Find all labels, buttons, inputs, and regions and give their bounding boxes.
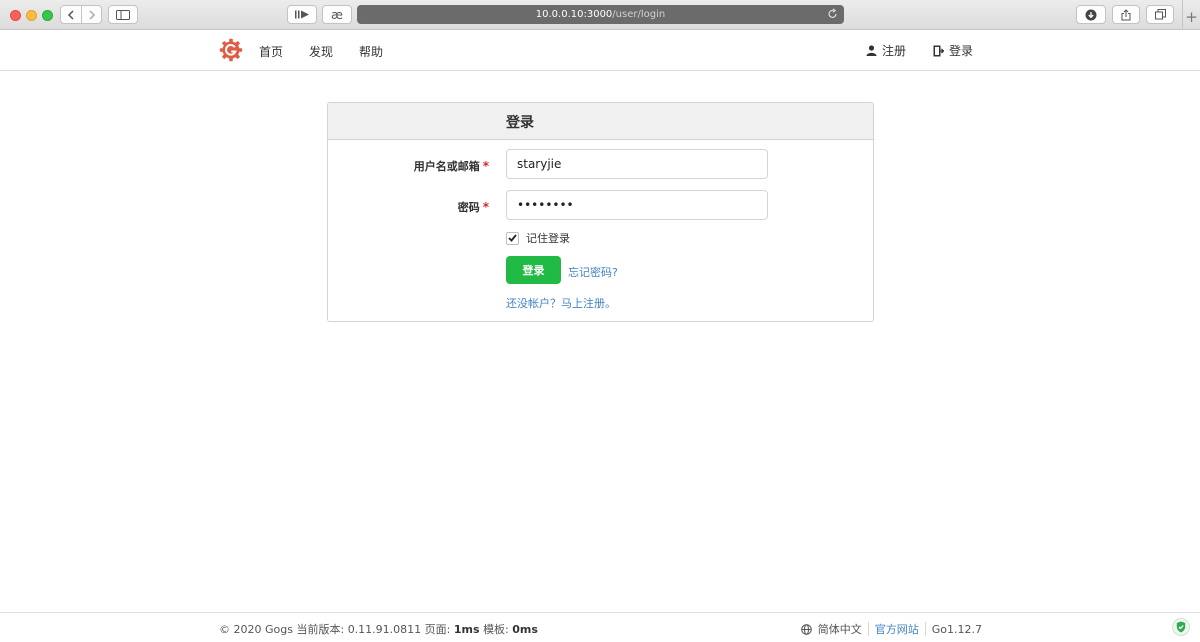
template-time-label: 模板: — [483, 623, 509, 636]
ae-icon: æ — [331, 7, 343, 22]
login-form-header: 登录 — [328, 103, 873, 140]
login-link[interactable]: 登录 — [933, 42, 973, 59]
username-label: 用户名或邮箱 * — [414, 158, 489, 174]
signup-link[interactable]: 还没帐户？马上注册。 — [506, 295, 616, 311]
footer-divider — [867, 622, 869, 636]
nav-home[interactable]: 首页 — [259, 43, 283, 60]
reload-icon[interactable] — [827, 8, 838, 20]
language-selector[interactable]: 简体中文 — [818, 621, 862, 637]
url-path: /user/login — [612, 9, 666, 20]
shield-icon[interactable] — [1172, 618, 1190, 636]
go-version: Go1.12.7 — [931, 622, 982, 636]
password-label: 密码 * — [458, 199, 489, 215]
window-zoom-button[interactable] — [42, 10, 53, 21]
window-minimize-button[interactable] — [26, 10, 37, 21]
tabs-icon — [1154, 9, 1166, 20]
download-icon — [1085, 9, 1097, 20]
share-button[interactable] — [1112, 5, 1140, 24]
footer-divider — [924, 622, 926, 636]
share-icon — [1121, 8, 1131, 20]
nav-help[interactable]: 帮助 — [359, 43, 383, 60]
chevron-left-icon — [67, 9, 74, 20]
history-nav — [60, 5, 102, 24]
checkmark-icon — [508, 234, 517, 242]
footer: © 2020 Gogs 当前版本: 0.11.91.0811 页面: 1ms 模… — [0, 612, 1200, 642]
address-bar[interactable]: 10.0.0.10:3000/user/login — [357, 5, 844, 24]
login-label: 登录 — [949, 44, 974, 58]
sidebar-icon — [116, 9, 130, 20]
username-input[interactable] — [506, 149, 768, 179]
page-time-label: 页面: — [424, 623, 451, 636]
window-close-button[interactable] — [10, 10, 21, 21]
remember-me: 记住登录 — [506, 230, 570, 246]
forgot-password-link[interactable]: 忘记密码? — [568, 264, 618, 280]
version-label: 当前版本: — [296, 623, 345, 636]
footer-info: © 2020 Gogs 当前版本: 0.11.91.0811 页面: 1ms 模… — [219, 621, 538, 637]
register-link[interactable]: 注册 — [866, 42, 906, 59]
tabs-overview-button[interactable] — [1146, 5, 1174, 24]
globe-icon — [800, 623, 812, 635]
url-host: 10.0.0.10:3000 — [535, 9, 613, 20]
template-time-value: 0ms — [512, 623, 538, 636]
copyright: © 2020 Gogs — [219, 623, 293, 636]
login-button[interactable]: 登录 — [506, 256, 561, 284]
footer-links: 简体中文 官方网站 Go1.12.7 — [800, 621, 982, 637]
login-form-title: 登录 — [506, 115, 534, 131]
site-navbar: 首页 发现 帮助 注册 登录 — [0, 30, 1200, 71]
required-marker: * — [482, 159, 489, 173]
browser-toolbar: æ 10.0.0.10:3000/user/login + — [0, 0, 1200, 30]
user-icon — [866, 45, 877, 56]
forward-button[interactable] — [81, 6, 101, 23]
nav-explore[interactable]: 发现 — [309, 43, 333, 60]
sidebar-toggle-button[interactable] — [108, 5, 138, 24]
register-label: 注册 — [882, 44, 907, 58]
back-button[interactable] — [61, 6, 81, 23]
new-tab-button[interactable]: + — [1182, 0, 1200, 30]
official-site-link[interactable]: 官方网站 — [875, 621, 919, 637]
gogs-logo-icon[interactable] — [219, 38, 243, 62]
password-input[interactable] — [506, 190, 768, 220]
step-forward-icon — [295, 10, 309, 19]
reader-button[interactable] — [287, 5, 317, 24]
remember-label: 记住登录 — [526, 232, 570, 245]
version-value: 0.11.91.0811 — [347, 623, 422, 636]
chevron-right-icon — [88, 9, 95, 20]
password-label-text: 密码 — [457, 201, 480, 214]
required-marker: * — [482, 200, 489, 214]
sign-in-icon — [933, 45, 944, 56]
extension-button[interactable]: æ — [322, 5, 352, 24]
login-form: 登录 用户名或邮箱* 密码* 记住登录 登录 忘记密码? 还没帐户？马上注册。 — [327, 102, 874, 322]
plus-icon: + — [1185, 8, 1198, 26]
downloads-button[interactable] — [1076, 5, 1106, 24]
remember-checkbox[interactable] — [506, 231, 519, 245]
username-label-text: 用户名或邮箱 — [413, 160, 480, 173]
page-time-value: 1ms — [453, 623, 480, 636]
